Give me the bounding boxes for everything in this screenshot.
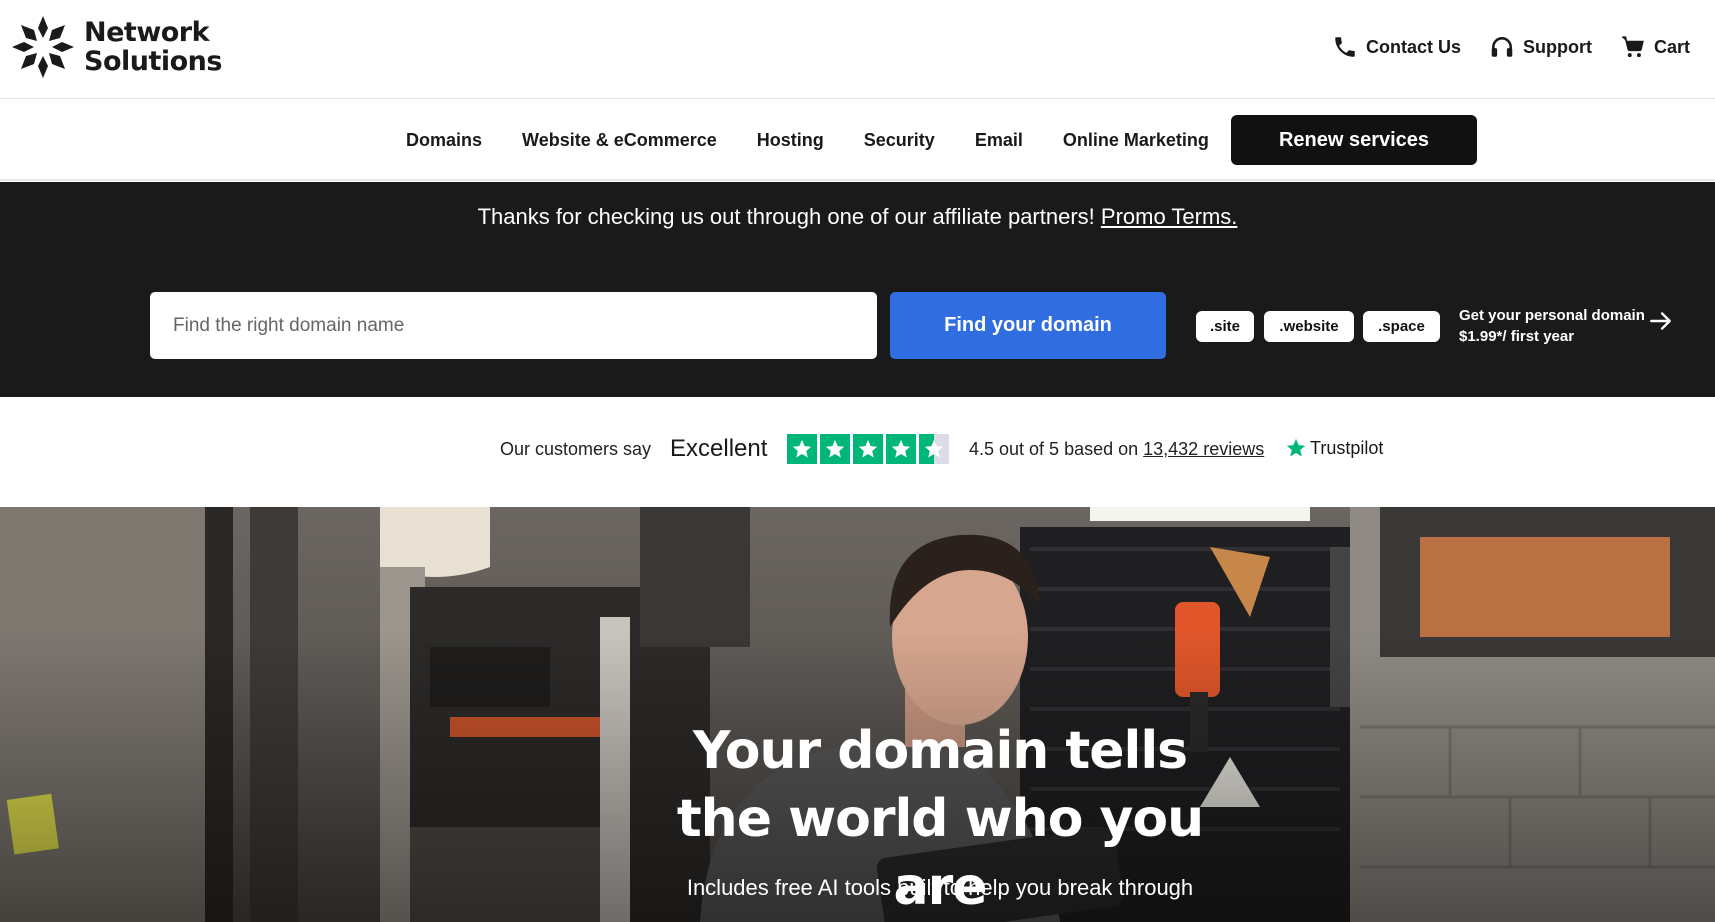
utility-nav: Contact Us Support Cart: [1332, 34, 1690, 60]
support-label: Support: [1522, 36, 1592, 57]
main-nav-items: Domains Website & eCommerce Hosting Secu…: [406, 100, 1249, 180]
nav-item-hosting[interactable]: Hosting: [757, 130, 824, 151]
half-star-icon: [919, 434, 949, 464]
top-header: Network Solutions Contact Us Support Car…: [0, 0, 1715, 99]
domain-search-input[interactable]: [150, 292, 877, 359]
find-domain-button[interactable]: Find your domain: [890, 292, 1166, 359]
phone-icon: [1335, 37, 1355, 57]
promo-terms-link[interactable]: Promo Terms.: [1101, 204, 1238, 229]
domain-search-band: Thanks for checking us out through one o…: [0, 182, 1715, 397]
star-icon: [787, 434, 817, 464]
brand-line-1: Network: [84, 17, 210, 48]
renew-services-button[interactable]: Renew services: [1231, 115, 1477, 165]
cart-icon: [1622, 36, 1644, 58]
nav-item-online-marketing[interactable]: Online Marketing: [1063, 130, 1209, 151]
cart-link[interactable]: Cart: [1620, 34, 1690, 60]
personal-offer-line-1: Get your personal domain: [1459, 307, 1645, 324]
arrow-right-icon[interactable]: [1648, 308, 1674, 334]
trustpilot-lead: Our customers say: [500, 439, 652, 459]
tld-chip-website[interactable]: .website: [1264, 311, 1354, 342]
hero-subtitle: Includes free AI tools built to help you…: [686, 875, 1194, 900]
brand-line-2: Solutions: [84, 46, 222, 77]
star-icon: [820, 434, 850, 464]
support-link[interactable]: Support: [1489, 34, 1592, 60]
trustpilot-score-text: 4.5 out of 5 based on: [969, 439, 1144, 459]
brand-wordmark: Network Solutions: [84, 18, 222, 76]
tld-chip-site[interactable]: .site: [1196, 311, 1254, 342]
trustpilot-score: 4.5 out of 5 based on 13,432 reviews: [969, 439, 1264, 460]
star-icon: [853, 434, 883, 464]
trustpilot-rating-word: Excellent: [670, 435, 768, 462]
trustpilot-star-icon: [1286, 438, 1306, 457]
contact-us-link[interactable]: Contact Us: [1332, 34, 1461, 60]
brand-logo[interactable]: Network Solutions: [10, 14, 222, 80]
nav-item-domains[interactable]: Domains: [406, 130, 482, 151]
nav-item-website-ecommerce[interactable]: Website & eCommerce: [522, 130, 717, 151]
network-solutions-star-icon: [12, 16, 74, 78]
personal-domain-offer[interactable]: Get your personal domain $1.99*/ first y…: [1459, 305, 1645, 347]
cart-label: Cart: [1653, 36, 1690, 57]
trustpilot-brand: Trustpilot: [1310, 437, 1384, 458]
main-nav: Domains Website & eCommerce Hosting Secu…: [0, 100, 1715, 181]
nav-item-email[interactable]: Email: [975, 130, 1023, 151]
contact-us-label: Contact Us: [1365, 36, 1461, 57]
nav-item-security[interactable]: Security: [864, 130, 935, 151]
personal-offer-line-2: $1.99*/ first year: [1459, 328, 1575, 345]
trustpilot-logo[interactable]: Trustpilot: [1285, 437, 1383, 459]
affiliate-promo: Thanks for checking us out through one o…: [0, 204, 1715, 230]
tld-chip-space[interactable]: .space: [1363, 311, 1440, 342]
trustpilot-reviews-link[interactable]: 13,432 reviews: [1143, 439, 1264, 459]
headset-icon: [1491, 37, 1513, 57]
hero-section: Your domain tells the world who you are …: [0, 507, 1715, 922]
promo-text: Thanks for checking us out through one o…: [477, 204, 1101, 229]
trustpilot-widget[interactable]: Our customers say Excellent 4.5 out of 5…: [0, 397, 1715, 507]
trustpilot-stars: [787, 434, 949, 464]
star-icon: [886, 434, 916, 464]
